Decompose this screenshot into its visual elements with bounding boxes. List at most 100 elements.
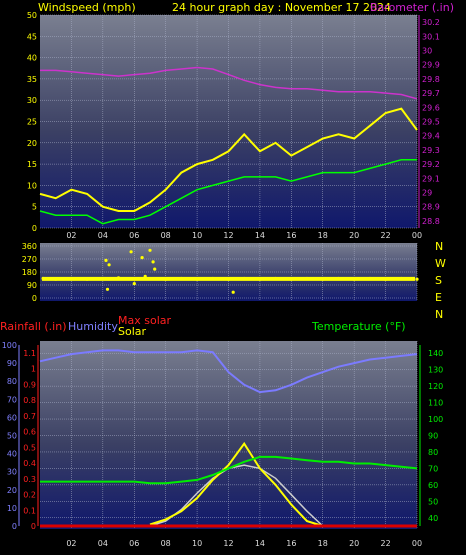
baro-tick-label: 29.1 <box>422 174 440 183</box>
wind-tick-label: 50 <box>27 11 37 20</box>
direction-tick-label: 270 <box>22 255 37 264</box>
direction-point <box>289 277 293 281</box>
baro-tick-label: 29.6 <box>422 103 440 112</box>
humidity-tick-label: 70 <box>7 395 17 404</box>
baro-tick-label: 29.7 <box>422 89 440 98</box>
rain-tick-label: 0.9 <box>23 380 36 389</box>
baro-tick-label: 29.9 <box>422 61 440 70</box>
wind-tick-label: 10 <box>27 181 37 190</box>
x-tick-label-top: 12 <box>223 231 233 240</box>
page-title: 24 hour graph day : November 17 2024 <box>172 1 391 14</box>
wind-tick-label: 40 <box>27 54 37 63</box>
baro-tick-label: 30 <box>422 47 432 56</box>
humidity-tick-label: 50 <box>7 432 17 441</box>
wind-tick-label: 15 <box>27 160 37 169</box>
direction-tick-label: 0 <box>32 294 37 303</box>
wind-tick-label: 20 <box>27 139 37 148</box>
direction-point <box>321 277 325 281</box>
humidity-tick-label: 30 <box>7 468 17 477</box>
rain-tick-label: 0.6 <box>23 428 36 437</box>
x-tick-label-bottom: 10 <box>192 539 202 548</box>
temp-tick-label: 40 <box>428 514 438 523</box>
temp-tick-label: 70 <box>428 464 438 473</box>
direction-point <box>107 263 111 267</box>
temp-tick-label: 60 <box>428 481 438 490</box>
direction-point <box>69 276 73 281</box>
direction-tick-label: 180 <box>22 268 37 277</box>
direction-point <box>164 277 168 281</box>
x-tick-label-bottom: 00 <box>412 539 422 548</box>
direction-point <box>384 277 388 281</box>
x-tick-label-top: 16 <box>286 231 296 240</box>
x-tick-label-top: 08 <box>161 231 171 240</box>
humidity-tick-label: 0 <box>12 522 17 531</box>
direction-point <box>179 276 183 281</box>
humidity-tick-label: 90 <box>7 359 17 368</box>
wind-tick-label: 0 <box>32 224 37 233</box>
direction-point <box>140 256 144 260</box>
direction-point <box>85 277 89 281</box>
rain-tick-label: 0.3 <box>23 475 36 484</box>
rain-tick-label: 0.1 <box>23 506 36 515</box>
rain-tick-label: 1 <box>31 365 36 374</box>
compass-n-top: N <box>435 240 443 253</box>
baro-tick-label: 29.8 <box>422 75 440 84</box>
rain-tick-label: 0.2 <box>23 491 36 500</box>
direction-point <box>116 276 121 280</box>
direction-point <box>305 276 309 281</box>
baro-tick-label: 30.1 <box>422 32 440 41</box>
direction-point <box>143 274 147 278</box>
direction-point <box>105 287 110 291</box>
rain-axis-label: Rainfall (.in) <box>0 320 67 333</box>
x-tick-label-top: 10 <box>192 231 202 240</box>
rain-tick-label: 0.4 <box>23 459 36 468</box>
direction-point <box>132 282 136 286</box>
x-tick-label-top: 22 <box>380 231 390 240</box>
direction-point <box>101 276 105 281</box>
direction-point <box>195 277 199 281</box>
direction-point <box>336 276 341 281</box>
wind-tick-label: 45 <box>27 32 37 41</box>
baro-tick-label: 30.2 <box>422 18 440 27</box>
temp-tick-label: 80 <box>428 448 438 457</box>
humidity-tick-label: 10 <box>7 504 17 513</box>
x-tick-label-top: 14 <box>255 231 265 240</box>
direction-point <box>148 248 152 252</box>
baro-tick-label: 28.9 <box>422 203 440 212</box>
direction-tick-label: 90 <box>27 281 37 290</box>
temp-tick-label: 130 <box>428 366 443 375</box>
direction-point <box>274 276 278 281</box>
x-tick-label-bottom: 06 <box>129 539 139 548</box>
compass-w: W <box>435 257 446 270</box>
direction-point <box>54 277 58 281</box>
x-tick-label-top: 18 <box>318 231 328 240</box>
baro-tick-label: 28.8 <box>422 217 440 226</box>
baro-tick-label: 29.3 <box>422 146 440 155</box>
direction-point <box>242 276 246 281</box>
humidity-tick-label: 80 <box>7 377 17 386</box>
baro-tick-label: 29.5 <box>422 118 440 127</box>
direction-point <box>153 267 157 271</box>
temp-tick-label: 120 <box>428 382 443 391</box>
x-tick-label-bottom: 12 <box>223 539 233 548</box>
direction-point <box>352 277 356 281</box>
temp-tick-label: 100 <box>428 415 443 424</box>
x-tick-label-bottom: 02 <box>66 539 76 548</box>
temp-axis-label: Temperature (°F) <box>311 320 406 333</box>
x-tick-label-bottom: 14 <box>255 539 265 548</box>
weather-graph: Windspeed (mph) 24 hour graph day : Nove… <box>0 0 466 555</box>
direction-point <box>211 276 215 281</box>
x-tick-label-top: 02 <box>66 231 76 240</box>
temp-tick-label: 140 <box>428 349 443 358</box>
solar-label: Solar <box>118 325 147 338</box>
baro-tick-label: 29.2 <box>422 160 440 169</box>
baro-axis-label: Barometer (.in) <box>370 1 454 14</box>
rain-tick-label: 0 <box>31 522 36 531</box>
direction-point <box>129 250 133 254</box>
humidity-tick-label: 20 <box>7 486 17 495</box>
temp-tick-label: 90 <box>428 432 438 441</box>
direction-point <box>415 277 419 281</box>
direction-point <box>399 276 403 281</box>
direction-point <box>368 276 372 281</box>
rain-tick-label: 0.8 <box>23 396 36 405</box>
